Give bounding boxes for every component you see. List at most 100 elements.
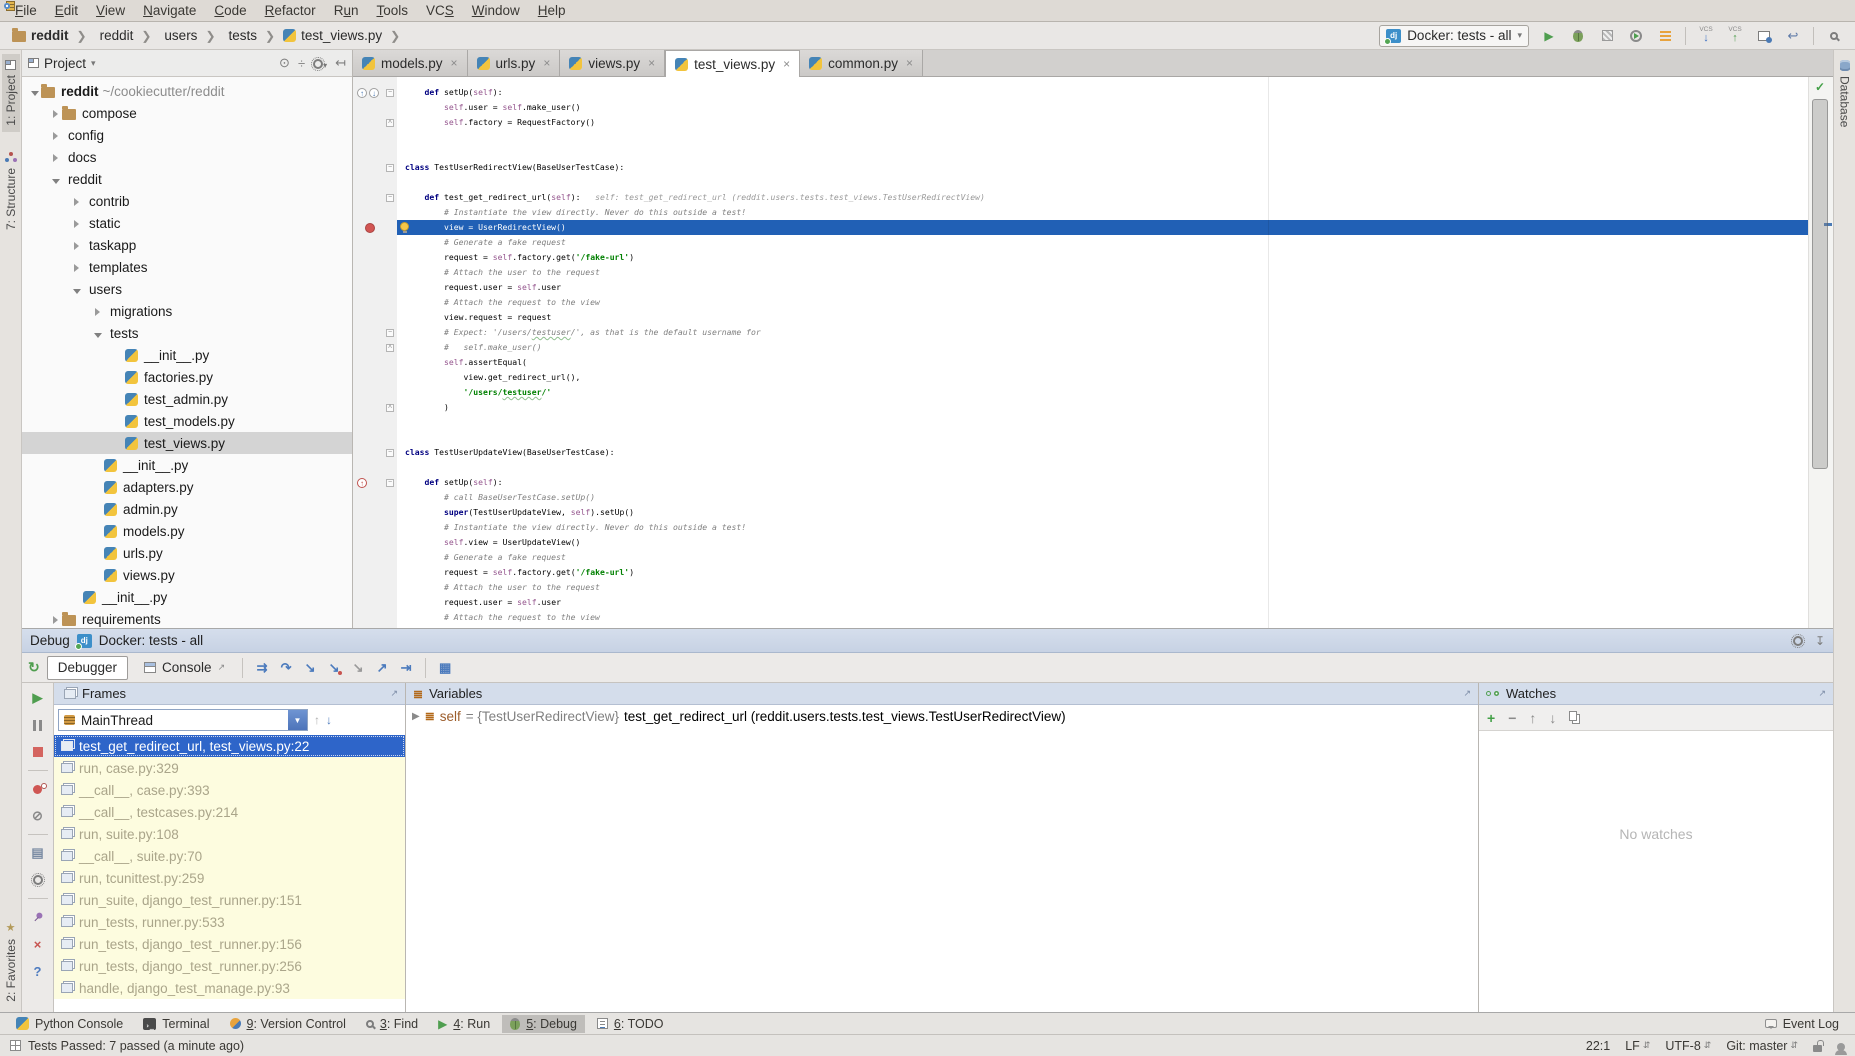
close-tab-icon[interactable]: × — [451, 56, 458, 70]
editor-scrollbar[interactable] — [1812, 99, 1828, 469]
chevron-right-icon[interactable] — [70, 216, 83, 231]
stack-frame[interactable]: run, case.py:329 — [54, 757, 405, 779]
fold-marker-icon[interactable]: − — [386, 479, 394, 487]
overridden-marker-icon[interactable]: ↓ — [369, 88, 379, 98]
tree-item-init-py[interactable]: __init__.py — [22, 454, 352, 476]
tree-item-init-py[interactable]: __init__.py — [22, 586, 352, 608]
float-panel-icon[interactable]: ↗ — [390, 688, 398, 699]
intention-bulb-icon[interactable] — [400, 222, 409, 231]
variable-row[interactable]: ▶≣self = {TestUserRedirectView}test_get_… — [406, 705, 1478, 727]
tab-console[interactable]: Console↗ — [134, 656, 235, 680]
toolwindow-button-python-console[interactable]: Python Console — [8, 1015, 131, 1033]
toolwindow-button-6-todo[interactable]: 6: TODO — [589, 1015, 672, 1033]
chevron-down-icon[interactable] — [91, 326, 104, 341]
tree-item-taskapp[interactable]: taskapp — [22, 234, 352, 256]
tree-item-static[interactable]: static — [22, 212, 352, 234]
stack-frame[interactable]: run, suite.py:108 — [54, 823, 405, 845]
status-line-separator[interactable]: LF⇵ — [1625, 1039, 1650, 1053]
combo-dropdown-button[interactable]: ▼ — [288, 710, 307, 730]
debug-button[interactable] — [1567, 25, 1589, 47]
stack-frame[interactable]: run_tests, django_test_runner.py:256 — [54, 955, 405, 977]
tree-item-test-views-py[interactable]: test_views.py — [22, 432, 352, 454]
evaluate-expression-icon[interactable]: ▦ — [433, 657, 457, 679]
help-icon[interactable]: ? — [27, 962, 49, 980]
menu-window[interactable]: Window — [463, 3, 529, 18]
fold-marker-icon[interactable]: ˄ — [386, 344, 394, 352]
vcs-commit-button[interactable]: VCS↑ — [1724, 25, 1746, 47]
move-down-icon[interactable]: ↓ — [1549, 710, 1556, 726]
pin-icon[interactable] — [27, 908, 49, 926]
gear-icon[interactable] — [1793, 636, 1803, 646]
tree-item-reddit[interactable]: reddit ~/cookiecutter/reddit — [22, 80, 352, 102]
tab-urls-py[interactable]: urls.py× — [468, 50, 561, 76]
fold-marker-icon[interactable]: − — [386, 329, 394, 337]
hector-inspector-icon[interactable] — [1837, 1039, 1845, 1053]
fold-marker-icon[interactable]: − — [386, 194, 394, 202]
tree-item-requirements[interactable]: requirements — [22, 608, 352, 628]
close-tab-icon[interactable]: × — [648, 56, 655, 70]
tree-item-factories-py[interactable]: factories.py — [22, 366, 352, 388]
stack-frame[interactable]: run_tests, runner.py:533 — [54, 911, 405, 933]
menu-refactor[interactable]: Refactor — [256, 3, 325, 18]
tab-test-views-py[interactable]: test_views.py× — [665, 50, 800, 77]
tree-item-test-admin-py[interactable]: test_admin.py — [22, 388, 352, 410]
resume-icon[interactable]: ▶ — [27, 689, 49, 707]
menu-vcs[interactable]: VCS — [417, 3, 463, 18]
tool-stripe-2-favorites[interactable]: ★2: Favorites — [2, 917, 20, 1008]
tree-item-docs[interactable]: docs — [22, 146, 352, 168]
hide-panel-icon[interactable]: ↧ — [1815, 634, 1825, 648]
view-breakpoints-icon[interactable] — [27, 780, 49, 798]
tree-item-compose[interactable]: compose — [22, 102, 352, 124]
menu-view[interactable]: View — [87, 3, 134, 18]
fold-marker-icon[interactable]: − — [386, 449, 394, 457]
chevron-right-icon[interactable] — [70, 260, 83, 275]
code-pane[interactable]: ↑↓− def setUp(self): self.user = self.ma… — [353, 85, 1808, 628]
breadcrumb-reddit[interactable]: reddit — [93, 27, 136, 44]
toolwindow-button-terminal[interactable]: Terminal — [135, 1015, 217, 1033]
stack-frame[interactable]: __call__, suite.py:70 — [54, 845, 405, 867]
hide-panel-icon[interactable]: ↤ — [335, 55, 346, 71]
float-panel-icon[interactable]: ↗ — [1463, 688, 1471, 699]
tab-common-py[interactable]: common.py× — [800, 50, 923, 76]
tab-debugger[interactable]: Debugger — [47, 656, 128, 680]
tree-item-init-py[interactable]: __init__.py — [22, 344, 352, 366]
frame-down-icon[interactable]: ↓ — [326, 713, 332, 727]
close-tab-icon[interactable]: × — [906, 56, 913, 70]
chevron-down-icon[interactable] — [70, 282, 83, 297]
tree-item-templates[interactable]: templates — [22, 256, 352, 278]
tree-item-admin-py[interactable]: admin.py — [22, 498, 352, 520]
status-git-branch[interactable]: Git: master⇵ — [1726, 1039, 1798, 1053]
menu-edit[interactable]: Edit — [46, 3, 87, 18]
force-step-into-icon[interactable]: ↘ — [346, 657, 370, 679]
fold-marker-icon[interactable]: ˄ — [386, 404, 394, 412]
toolwindow-button-event-log[interactable]: Event Log — [1757, 1015, 1847, 1033]
stack-frame[interactable]: __call__, case.py:393 — [54, 779, 405, 801]
breadcrumb-test-views-py[interactable]: test_views.py — [281, 27, 384, 44]
tree-item-config[interactable]: config — [22, 124, 352, 146]
breadcrumb-users[interactable]: users — [157, 27, 199, 44]
chevron-right-icon[interactable] — [70, 238, 83, 253]
toolwindow-button-4-run[interactable]: ▶4: Run — [430, 1015, 498, 1033]
close-icon[interactable]: × — [27, 935, 49, 953]
close-tab-icon[interactable]: × — [543, 56, 550, 70]
tree-item-urls-py[interactable]: urls.py — [22, 542, 352, 564]
remove-watch-icon[interactable]: − — [1508, 710, 1516, 726]
tab-views-py[interactable]: views.py× — [560, 50, 665, 76]
gear-icon[interactable]: ▾ — [313, 56, 327, 71]
run-configuration-select[interactable]: dj Docker: tests - all ▾ — [1379, 25, 1529, 47]
fold-marker-icon[interactable]: ˄ — [386, 119, 394, 127]
chevron-right-icon[interactable] — [49, 128, 62, 143]
overrides-marker-icon[interactable]: ↑ — [357, 478, 367, 488]
readonly-lock-icon[interactable] — [1813, 1039, 1822, 1053]
fold-marker-icon[interactable]: − — [386, 164, 394, 172]
rerun-icon[interactable]: ↻ — [28, 659, 40, 676]
tree-item-adapters-py[interactable]: adapters.py — [22, 476, 352, 498]
chevron-right-icon[interactable] — [49, 106, 62, 121]
breadcrumb-tests[interactable]: tests — [222, 27, 260, 44]
fold-marker-icon[interactable]: − — [386, 89, 394, 97]
chevron-right-icon[interactable] — [70, 194, 83, 209]
pause-icon[interactable] — [27, 716, 49, 734]
float-panel-icon[interactable]: ↗ — [1818, 688, 1826, 699]
stack-frame[interactable]: run_tests, django_test_runner.py:156 — [54, 933, 405, 955]
status-encoding[interactable]: UTF-8⇵ — [1665, 1039, 1711, 1053]
